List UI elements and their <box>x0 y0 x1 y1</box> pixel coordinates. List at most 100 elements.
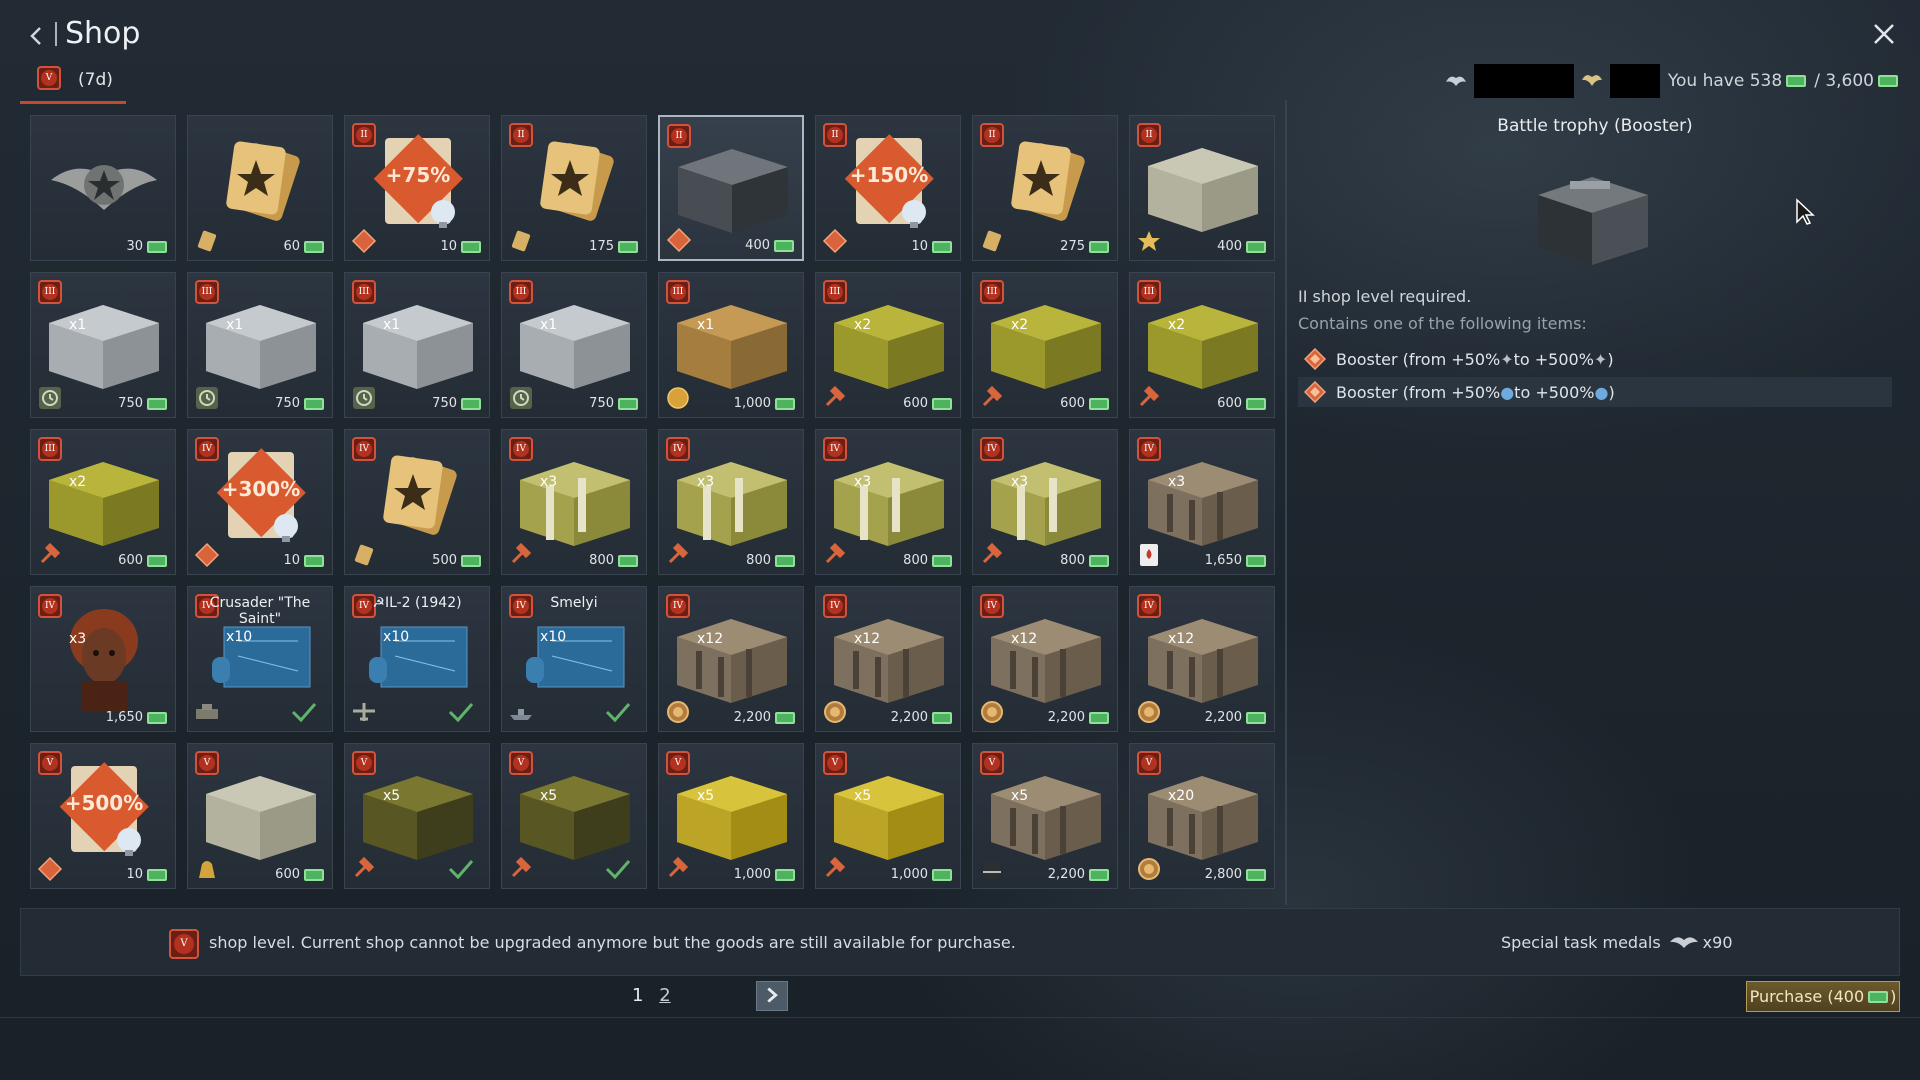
shop-item-tile[interactable]: II 400 <box>1129 115 1275 261</box>
shop-item-tile[interactable]: IV x12 2,200 <box>815 586 961 732</box>
gold-icon <box>932 711 952 724</box>
item-price: 1,000 <box>891 867 954 882</box>
item-level-badge: V <box>509 751 533 775</box>
gold-icon <box>1089 868 1109 881</box>
next-page-button[interactable] <box>756 981 788 1011</box>
shop-item-tile[interactable]: Vx5 2,200 <box>972 743 1118 889</box>
item-price: 800 <box>746 553 797 568</box>
shop-item-tile[interactable]: III x2 600 <box>972 272 1118 418</box>
shop-item-tile[interactable]: IV x3 800 <box>658 429 804 575</box>
shop-item-tile[interactable]: Vx5 <box>344 743 490 889</box>
shop-item-tile[interactable]: +75% II 10 <box>344 115 490 261</box>
gold-icon <box>618 554 638 567</box>
silver-medal-icon: ✦ <box>1593 349 1608 369</box>
gold-icon <box>147 554 167 567</box>
shop-item-tile[interactable]: IV x3 800 <box>815 429 961 575</box>
check-icon <box>448 703 474 723</box>
shop-item-tile[interactable]: +150% II 10 <box>815 115 961 261</box>
shop-item-tile[interactable]: Vx5 1,000 <box>815 743 961 889</box>
medals-count: x90 <box>1702 933 1733 952</box>
gold-icon <box>1246 868 1266 881</box>
shop-item-tile[interactable]: IV x3 800 <box>501 429 647 575</box>
gold-icon <box>932 554 952 567</box>
shop-item-tile[interactable]: +300% IV 10 <box>187 429 333 575</box>
shop-item-tile[interactable]: II 400 <box>658 115 804 261</box>
gold-icon <box>618 397 638 410</box>
shop-item-tile[interactable]: V 600 <box>187 743 333 889</box>
gold-icon <box>1089 711 1109 724</box>
shop-item-tile[interactable]: IV Crusader "The Saint" x10 <box>187 586 333 732</box>
item-level-badge: IV <box>980 437 1004 461</box>
diamond-icon <box>37 856 63 882</box>
tab-label: (7d) <box>78 70 113 90</box>
shop-item-tile[interactable]: III x1 1,000 <box>658 272 804 418</box>
gold-eagle-icon <box>1581 75 1602 86</box>
item-count: x3 <box>540 474 558 490</box>
item-level-badge: IV <box>666 594 690 618</box>
diamond-icon <box>194 542 220 568</box>
item-count: x1 <box>697 317 715 333</box>
item-level-badge: III <box>509 280 533 304</box>
silver-medal-icon <box>1445 76 1466 86</box>
shop-item-tile[interactable]: III x1 750 <box>30 272 176 418</box>
clock-icon <box>196 387 218 409</box>
item-level-badge: II <box>980 123 1004 147</box>
shop-item-tile[interactable]: IV x12 2,200 <box>972 586 1118 732</box>
reward-item[interactable]: Booster (from +50% ● to +500% ● ) <box>1298 377 1892 407</box>
item-count: x3 <box>854 474 872 490</box>
shop-item-tile[interactable]: III x1 750 <box>344 272 490 418</box>
shop-item-tile[interactable]: +500% V 10 <box>30 743 176 889</box>
item-level-badge: II <box>352 123 376 147</box>
item-level-badge: IV <box>823 437 847 461</box>
item-card-image <box>226 141 300 221</box>
purchase-suffix: ) <box>1890 987 1897 1006</box>
page-2[interactable]: 2 <box>659 985 670 1006</box>
item-level-badge: II <box>509 123 533 147</box>
chevron-left-icon <box>30 27 41 45</box>
item-price: 400 <box>745 238 796 253</box>
shop-item-tile[interactable]: Vx5 1,000 <box>658 743 804 889</box>
gold-icon <box>1246 397 1266 410</box>
shop-item-tile[interactable]: IV x3 1,650 <box>30 586 176 732</box>
shop-item-tile[interactable]: III x1 750 <box>187 272 333 418</box>
shop-item-tile[interactable]: 30 <box>30 115 176 261</box>
item-count: x5 <box>383 788 401 804</box>
shop-item-tile[interactable]: IV x3 800 <box>972 429 1118 575</box>
item-level-badge: V <box>38 751 62 775</box>
page-1[interactable]: 1 <box>632 985 643 1006</box>
item-price: 275 <box>1060 239 1111 254</box>
item-price: 2,800 <box>1205 867 1268 882</box>
shop-item-tile[interactable]: III x2 600 <box>30 429 176 575</box>
shop-item-tile[interactable]: III x1 750 <box>501 272 647 418</box>
back-button[interactable] <box>26 22 48 50</box>
item-count: x12 <box>1011 631 1038 647</box>
shop-level-requirement: II shop level required. <box>1298 287 1472 306</box>
check-icon <box>605 860 631 880</box>
tab-shop-level[interactable]: V (7d) <box>20 62 126 104</box>
coin-icon <box>667 387 689 409</box>
item-count: x3 <box>697 474 715 490</box>
close-button[interactable] <box>1870 20 1898 48</box>
contains-label: Contains one of the following items: <box>1298 314 1587 333</box>
shop-item-tile[interactable]: IV ☭IL-2 (1942) x10 <box>344 586 490 732</box>
shop-item-tile[interactable]: IV x3 1,650 <box>1129 429 1275 575</box>
shop-item-tile[interactable]: IV x12 2,200 <box>658 586 804 732</box>
shop-item-tile[interactable]: Vx5 <box>501 743 647 889</box>
shop-info-bar: V shop level. Current shop cannot be upg… <box>20 908 1900 976</box>
purchase-button[interactable]: Purchase (400 ) <box>1746 981 1900 1012</box>
shop-item-tile[interactable]: III x2 600 <box>1129 272 1275 418</box>
shop-item-tile[interactable]: II 175 <box>501 115 647 261</box>
reward-item[interactable]: Booster (from +50% ✦ to +500% ✦ ) <box>1298 344 1892 374</box>
shop-item-tile[interactable]: III x2 600 <box>815 272 961 418</box>
special-task-medals: Special task medals x90 <box>1501 933 1733 952</box>
shop-item-tile[interactable]: IV 500 <box>344 429 490 575</box>
item-level-badge: IV <box>195 437 219 461</box>
shop-item-tile[interactable]: II 275 <box>972 115 1118 261</box>
shop-item-tile[interactable]: IV x12 2,200 <box>1129 586 1275 732</box>
shop-item-tile[interactable]: Vx20 2,800 <box>1129 743 1275 889</box>
shop-item-tile[interactable]: 60 <box>187 115 333 261</box>
shop-item-tile[interactable]: IV Smelyi x10 <box>501 586 647 732</box>
item-price: 2,200 <box>1048 710 1111 725</box>
reward-text-end: ) <box>1607 349 1614 369</box>
item-count: x2 <box>1168 317 1186 333</box>
